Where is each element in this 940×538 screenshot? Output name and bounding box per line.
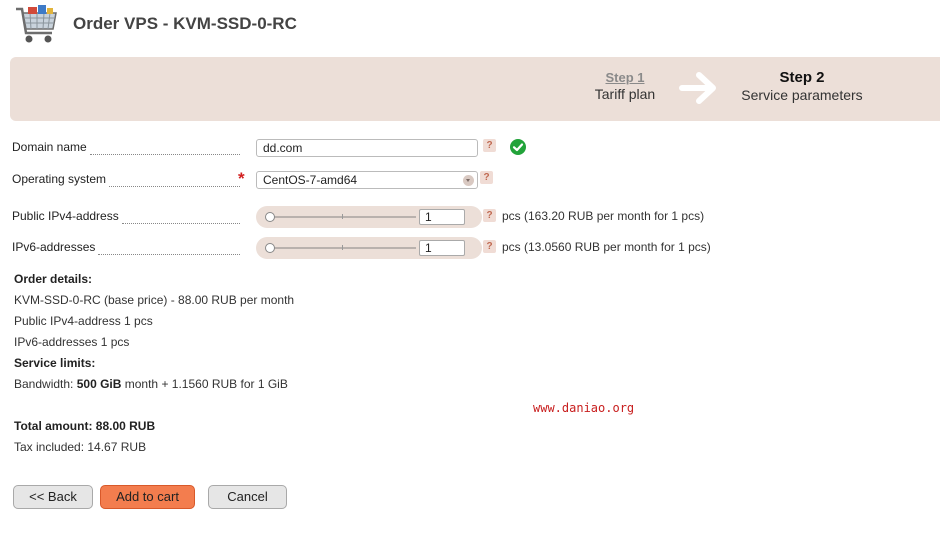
step-2: Step 2 Service parameters bbox=[732, 69, 872, 103]
step-1[interactable]: Step 1 Tariff plan bbox=[592, 70, 658, 102]
check-circle-icon bbox=[510, 139, 526, 155]
os-select-value: CentOS-7-amd64 bbox=[263, 173, 358, 187]
ipv6-slider-handle[interactable] bbox=[265, 243, 275, 253]
step-2-title: Step 2 bbox=[779, 69, 825, 86]
cancel-button[interactable]: Cancel bbox=[208, 485, 287, 509]
shopping-cart-icon bbox=[16, 5, 57, 43]
ipv4-slider: 1 bbox=[256, 206, 482, 228]
domain-label-text: Domain name bbox=[12, 139, 89, 155]
step-2-subtitle: Service parameters bbox=[741, 87, 863, 103]
ipv4-help-icon[interactable]: ? bbox=[483, 209, 496, 222]
arrow-right-icon bbox=[679, 72, 716, 104]
os-label: Operating system bbox=[12, 171, 240, 187]
ipv4-label-text: Public IPv4-address bbox=[12, 208, 121, 224]
ipv4-slider-handle[interactable] bbox=[265, 212, 275, 222]
bandwidth-suffix: month + 1.1560 RUB for 1 GiB bbox=[121, 377, 288, 391]
total-amount: Total amount: 88.00 RUB bbox=[14, 419, 156, 433]
label-leader-dots bbox=[89, 143, 240, 155]
ipv4-slider-tick bbox=[342, 214, 343, 219]
tax-included: Tax included: 14.67 RUB bbox=[14, 440, 147, 454]
domain-label: Domain name bbox=[12, 139, 240, 155]
step-1-title[interactable]: Step 1 bbox=[592, 70, 658, 85]
label-leader-dots bbox=[121, 212, 240, 224]
bandwidth-prefix: Bandwidth: bbox=[14, 377, 77, 391]
order-details: Order details: KVM-SSD-0-RC (base price)… bbox=[14, 272, 614, 461]
detail-ipv4: Public IPv4-address 1 pcs bbox=[14, 314, 153, 328]
ipv6-slider: 1 bbox=[256, 237, 482, 259]
step-1-subtitle: Tariff plan bbox=[594, 86, 656, 102]
back-button[interactable]: << Back bbox=[13, 485, 93, 509]
ipv4-price-text: pcs (163.20 RUB per month for 1 pcs) bbox=[502, 209, 705, 223]
detail-bandwidth: Bandwidth: 500 GiB month + 1.1560 RUB fo… bbox=[14, 377, 614, 398]
page-title: Order VPS - KVM-SSD-0-RC bbox=[73, 14, 297, 33]
detail-base-price: KVM-SSD-0-RC (base price) - 88.00 RUB pe… bbox=[14, 293, 295, 307]
bandwidth-value: 500 GiB bbox=[76, 377, 122, 391]
order-details-heading: Order details: bbox=[14, 272, 93, 286]
os-label-text: Operating system bbox=[12, 171, 109, 187]
os-select[interactable]: CentOS-7-amd64 bbox=[256, 171, 478, 189]
chevron-down-icon[interactable] bbox=[463, 175, 474, 186]
steps-band: Step 1 Tariff plan Step 2 Service parame… bbox=[10, 57, 940, 121]
os-help-icon[interactable]: ? bbox=[480, 171, 493, 184]
add-to-cart-button[interactable]: Add to cart bbox=[100, 485, 195, 509]
domain-help-icon[interactable]: ? bbox=[483, 139, 496, 152]
watermark-text: www.daniao.org bbox=[533, 401, 635, 415]
ipv6-row: IPv6-addresses 1 ? pcs (13.0560 RUB per … bbox=[12, 237, 932, 263]
ipv4-label: Public IPv4-address bbox=[12, 208, 240, 224]
domain-row: Domain name dd.com ? bbox=[12, 139, 932, 163]
detail-ipv6: IPv6-addresses 1 pcs bbox=[14, 335, 130, 349]
label-leader-dots bbox=[98, 243, 240, 255]
service-limits-heading: Service limits: bbox=[14, 356, 96, 370]
ipv4-quantity-input[interactable]: 1 bbox=[419, 209, 465, 225]
os-row: Operating system * CentOS-7-amd64 ? bbox=[12, 169, 932, 195]
ipv6-slider-tick bbox=[342, 245, 343, 250]
ipv6-quantity-input[interactable]: 1 bbox=[419, 240, 465, 256]
page-header: Order VPS - KVM-SSD-0-RC bbox=[14, 2, 297, 46]
required-marker: * bbox=[238, 169, 245, 188]
ipv6-label: IPv6-addresses bbox=[12, 239, 240, 255]
domain-input[interactable]: dd.com bbox=[256, 139, 478, 157]
ipv4-row: Public IPv4-address 1 ? pcs (163.20 RUB … bbox=[12, 206, 932, 232]
ipv6-help-icon[interactable]: ? bbox=[483, 240, 496, 253]
ipv6-price-text: pcs (13.0560 RUB per month for 1 pcs) bbox=[502, 240, 711, 254]
label-leader-dots bbox=[109, 175, 240, 187]
ipv6-label-text: IPv6-addresses bbox=[12, 239, 98, 255]
